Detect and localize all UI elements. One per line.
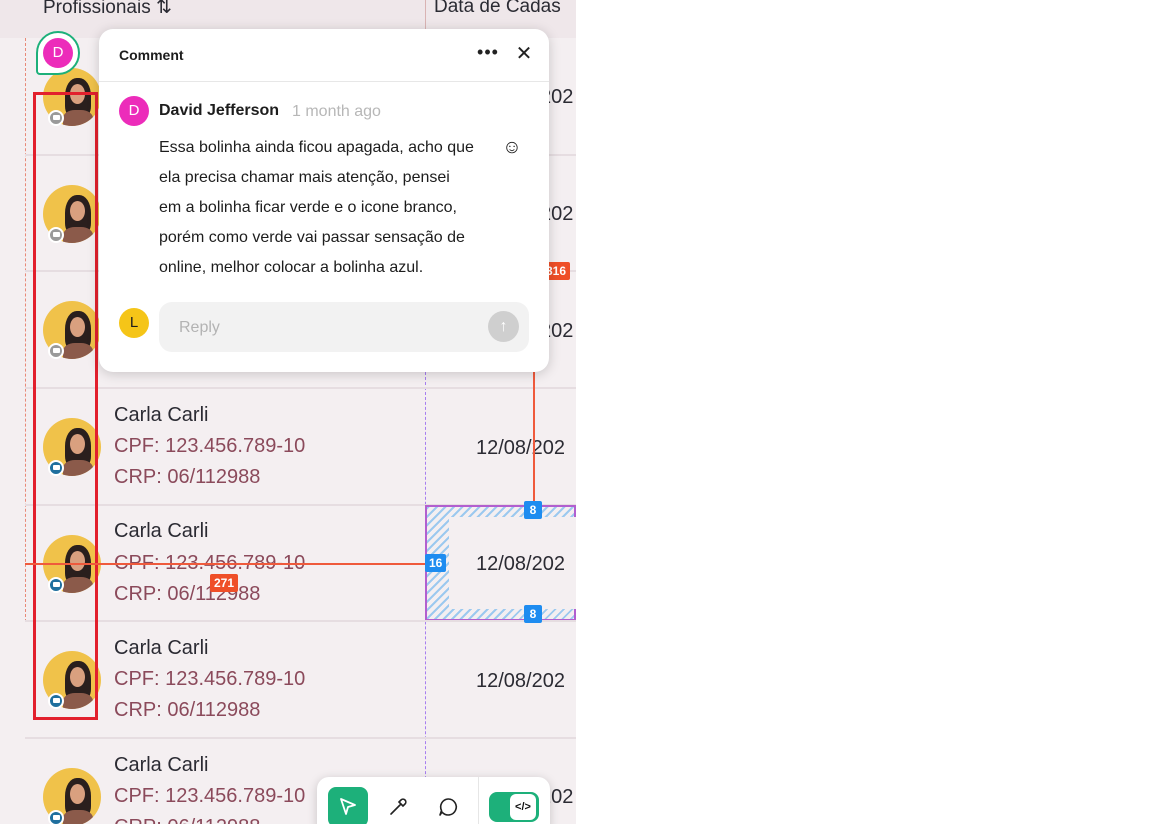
comment-line: ela precisa chamar mais atenção, pensei bbox=[159, 169, 450, 186]
measure-label: 271 bbox=[210, 574, 239, 592]
cursor-icon[interactable] bbox=[328, 787, 368, 824]
comment-line: online, melhor colocar a bolinha azul. bbox=[159, 259, 424, 276]
design-canvas[interactable]: Profissionais ⇅ Data de Cadas 202 202 20… bbox=[0, 0, 576, 824]
comment-pin[interactable]: D bbox=[36, 31, 80, 75]
professional-cpf: CPF: 123.456.789-10 bbox=[114, 668, 306, 690]
header-date[interactable]: Data de Cadas bbox=[434, 0, 561, 18]
row-date: 12/08/202 bbox=[476, 553, 565, 575]
professional-crp: CRP: 06/112988 bbox=[114, 583, 261, 605]
toolbar-divider bbox=[478, 777, 479, 824]
bottom-toolbar: </> bbox=[317, 777, 550, 824]
professional-crp: CRP: 06/112988 bbox=[114, 699, 261, 721]
row-date: 12/08/202 bbox=[476, 670, 565, 692]
send-arrow-icon[interactable]: ↑ bbox=[488, 311, 519, 342]
measure-line-horizontal bbox=[25, 563, 426, 565]
pin-avatar: D bbox=[43, 38, 73, 68]
guide-dashed-vertical bbox=[25, 38, 26, 622]
row-date: 12/08/202 bbox=[476, 437, 565, 459]
author-avatar: D bbox=[119, 96, 149, 126]
padding-label: 16 bbox=[425, 554, 447, 572]
emoji-reaction-icon[interactable]: ☺ bbox=[502, 138, 522, 158]
chat-badge-icon[interactable] bbox=[48, 810, 64, 824]
professional-cpf: CPF: 123.456.789-10 bbox=[114, 785, 306, 807]
professional-cpf: CPF: 123.456.789-10 bbox=[114, 435, 306, 457]
professional-name: Carla Carli bbox=[114, 754, 209, 776]
code-mode-toggle[interactable]: </> bbox=[489, 792, 539, 822]
eyedropper-icon[interactable] bbox=[378, 787, 418, 824]
header-professionals[interactable]: Profissionais ⇅ bbox=[43, 0, 172, 19]
comment-author: David Jefferson bbox=[159, 102, 280, 119]
selection-highlight bbox=[33, 92, 98, 720]
professional-name: Carla Carli bbox=[114, 404, 209, 426]
comment-title: Comment bbox=[119, 47, 184, 63]
comment-icon[interactable] bbox=[428, 787, 468, 824]
row-divider bbox=[25, 620, 576, 622]
comment-line: em a bolinha ficar verde e o icone branc… bbox=[159, 199, 457, 216]
comment-body: Essa bolinha ainda ficou apagada, acho q… bbox=[159, 133, 499, 283]
padding-label: 8 bbox=[524, 501, 542, 519]
comment-timestamp: 1 month ago bbox=[292, 103, 381, 120]
more-options-icon[interactable]: ••• bbox=[477, 43, 499, 65]
reply-box[interactable]: ↑ bbox=[159, 302, 529, 352]
comment-line: Essa bolinha ainda ficou apagada, acho q… bbox=[159, 139, 474, 156]
professional-name: Carla Carli bbox=[114, 520, 209, 542]
professional-crp: CRP: 06/112988 bbox=[114, 466, 261, 488]
comment-line: porém como verde vai passar sensação de bbox=[159, 229, 465, 246]
professional-name: Carla Carli bbox=[114, 637, 209, 659]
code-icon: </> bbox=[510, 794, 536, 820]
close-icon[interactable]: ✕ bbox=[513, 43, 535, 65]
padding-label: 8 bbox=[524, 605, 542, 623]
row-divider bbox=[25, 737, 576, 739]
professional-crp: CRP: 06/112988 bbox=[114, 816, 260, 824]
reply-avatar: L bbox=[119, 308, 149, 338]
comment-popover: Comment ••• ✕ D David Jefferson 1 month … bbox=[99, 29, 549, 372]
reply-input[interactable] bbox=[177, 315, 481, 341]
comment-header: Comment ••• ✕ bbox=[99, 29, 549, 82]
row-divider bbox=[25, 387, 576, 389]
